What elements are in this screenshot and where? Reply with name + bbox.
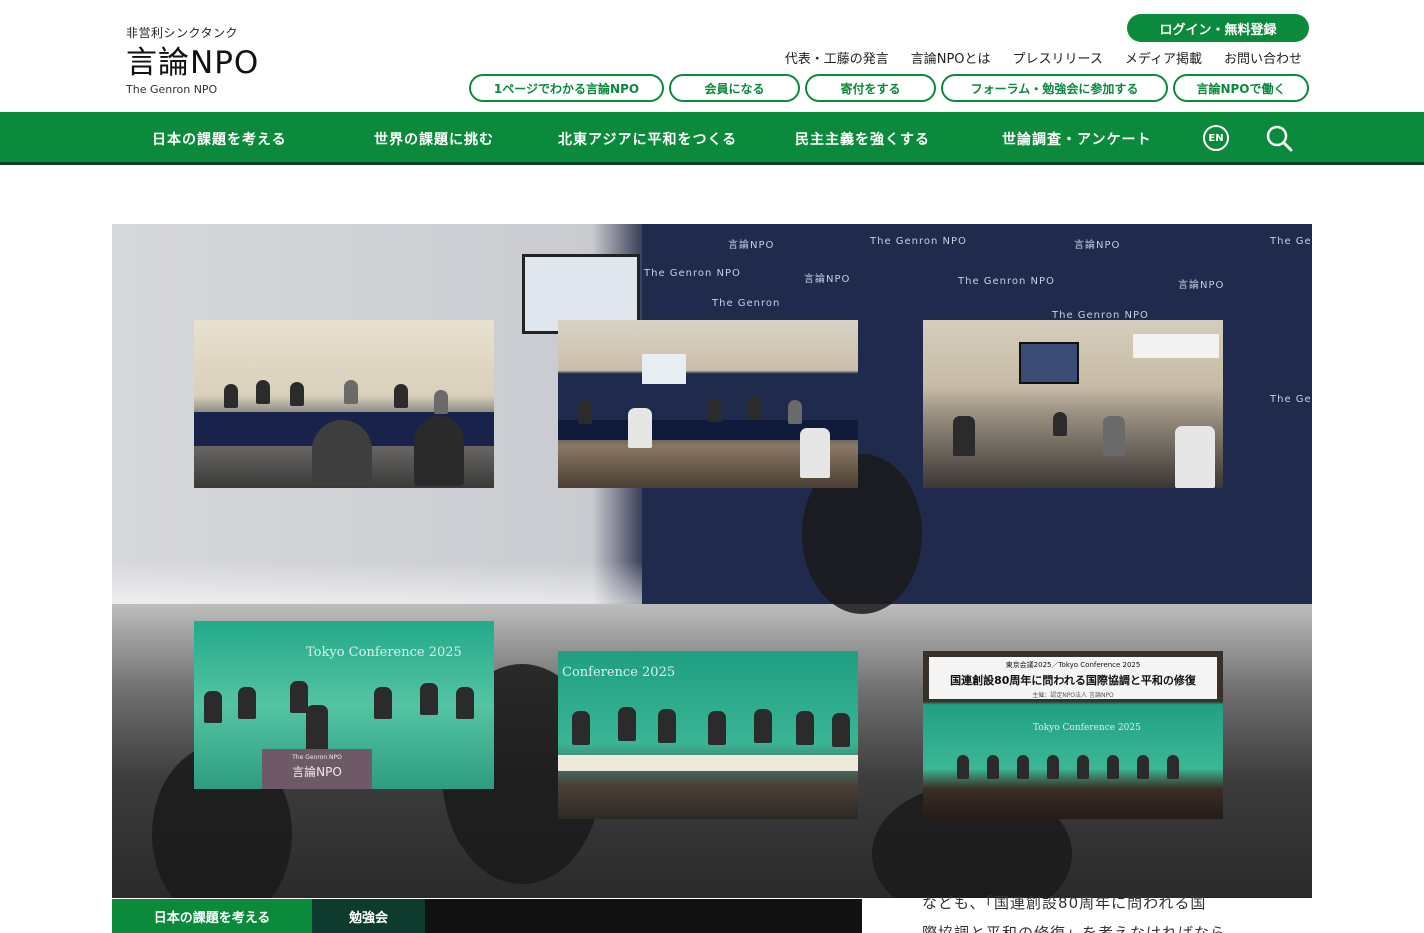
pill-membership[interactable]: 会員になる	[669, 74, 800, 102]
logo-subtitle: The Genron NPO	[126, 83, 218, 96]
nav-democracy[interactable]: 民主主義を強くする	[795, 112, 930, 165]
wall-text: The Ge	[1270, 394, 1312, 405]
main-nav: 日本の課題を考える 世界の課題に挑む 北東アジアに平和をつくる 民主主義を強くす…	[0, 112, 1424, 165]
search-icon[interactable]	[1264, 123, 1294, 153]
wall-text: 言論NPO	[728, 240, 775, 251]
photo-meeting-room	[194, 320, 494, 488]
podium: The Genron NPO 言論NPO	[262, 749, 372, 789]
hero-collage[interactable]: 言論NPO The Genron NPO 言論NPO The Ge The Ge…	[112, 224, 1312, 898]
wall-text: The Genron	[712, 298, 781, 309]
login-register-button[interactable]: ログイン・無料登録	[1127, 14, 1309, 42]
photo-stage-panel: Conference 2025	[558, 651, 858, 819]
pill-careers[interactable]: 言論NPOで働く	[1173, 74, 1309, 102]
nav-world-issues[interactable]: 世界の課題に挑む	[374, 112, 494, 165]
nav-surveys[interactable]: 世論調査・アンケート	[1002, 112, 1151, 165]
language-en-button[interactable]: EN	[1203, 125, 1229, 151]
quick-links: 1ページでわかる言論NPO 会員になる 寄付をする フォーラム・勉強会に参加する…	[469, 74, 1309, 102]
photo-video-address	[923, 320, 1223, 488]
nav-japan-issues[interactable]: 日本の課題を考える	[152, 112, 287, 165]
wall-text: 言論NPO	[1178, 280, 1225, 291]
excerpt-line: 際協調と平和の修復」を考えなければなら	[922, 924, 1227, 933]
article-excerpt: なども、「国連創設80周年に問われる国 際協調と平和の修復」を考えなければなら	[922, 888, 1232, 933]
photo-stage-banner: 東京会議2025／Tokyo Conference 2025 国連創設80周年に…	[923, 651, 1223, 819]
utility-nav: 代表・工藤の発言 言論NPOとは プレスリリース メディア掲載 お問い合わせ	[785, 48, 1302, 67]
site-logo[interactable]: 非営利シンクタンク 言論NPO The Genron NPO	[126, 24, 306, 96]
event-banner: 東京会議2025／Tokyo Conference 2025 国連創設80周年に…	[929, 657, 1217, 699]
util-link-contact[interactable]: お問い合わせ	[1224, 48, 1302, 67]
util-link-about[interactable]: 言論NPOとは	[911, 48, 991, 67]
category-tag[interactable]: 日本の課題を考える	[112, 899, 312, 933]
logo-tagline: 非営利シンクタンク	[126, 26, 239, 40]
util-link-media[interactable]: メディア掲載	[1125, 48, 1202, 67]
pill-one-page[interactable]: 1ページでわかる言論NPO	[469, 74, 664, 102]
logo-wordmark: 言論NPO	[126, 45, 260, 81]
pill-donate[interactable]: 寄付をする	[805, 74, 936, 102]
photo-conference-hall	[558, 320, 858, 488]
wall-text: The Ge	[1270, 236, 1312, 247]
util-link-press[interactable]: プレスリリース	[1013, 48, 1103, 67]
excerpt-line: なども、「国連創設80周年に問われる国	[922, 894, 1207, 912]
wall-text: The Genron NPO	[870, 236, 967, 247]
wall-text: The Genron NPO	[958, 276, 1055, 287]
wall-text: 言論NPO	[1074, 240, 1121, 251]
wall-text: The Genron NPO	[644, 268, 741, 279]
photo-stage-podium: Tokyo Conference 2025 The Genron NPO 言論N…	[194, 621, 494, 789]
pill-forum[interactable]: フォーラム・勉強会に参加する	[941, 74, 1168, 102]
subcategory-tag[interactable]: 勉強会	[312, 899, 425, 933]
nav-northeast-asia-peace[interactable]: 北東アジアに平和をつくる	[558, 112, 737, 165]
article-title-bar[interactable]	[425, 899, 862, 933]
wall-text: 言論NPO	[804, 274, 851, 285]
util-link-message[interactable]: 代表・工藤の発言	[785, 48, 889, 67]
